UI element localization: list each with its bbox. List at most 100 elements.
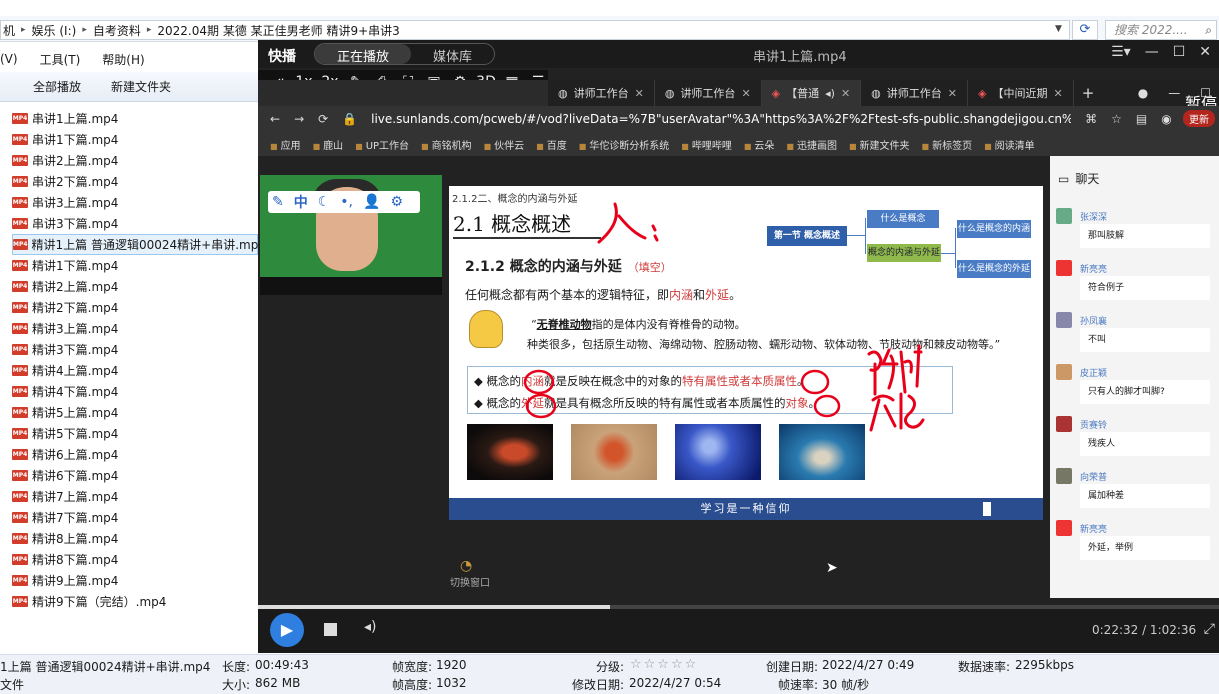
file-row[interactable]: MP4 精讲2上篇.mp4 bbox=[12, 276, 262, 297]
close-icon[interactable]: ✕ bbox=[1199, 44, 1211, 60]
file-row[interactable]: MP4 精讲6下篇.mp4 bbox=[12, 465, 262, 486]
chat-username[interactable]: 新亮亮 bbox=[1080, 522, 1107, 535]
close-icon[interactable]: ✕ bbox=[948, 87, 957, 100]
bookmark-item[interactable]: 鹿山 bbox=[313, 137, 343, 152]
tab-now-playing[interactable]: 正在播放 bbox=[315, 44, 412, 64]
file-row[interactable]: MP4 精讲9上篇.mp4 bbox=[12, 570, 262, 591]
avatar[interactable] bbox=[1056, 312, 1072, 328]
file-row[interactable]: MP4 精讲4上篇.mp4 bbox=[12, 360, 262, 381]
avatar[interactable] bbox=[1056, 468, 1072, 484]
menu-tools[interactable]: 工具(T) bbox=[40, 51, 81, 68]
browser-tab[interactable]: ◍ 讲师工作台 ✕ bbox=[548, 80, 655, 106]
tab-search-icon[interactable]: ● bbox=[1138, 86, 1148, 100]
browser-tab-active[interactable]: ◈ 【普通 ◂) ✕ bbox=[761, 80, 862, 106]
chat-username[interactable]: 张深深 bbox=[1080, 210, 1107, 223]
menu-icon[interactable]: ☰▾ bbox=[1111, 44, 1131, 60]
star-icon[interactable]: ☆ bbox=[1111, 112, 1122, 126]
bookmark-item[interactable]: 新建文件夹 bbox=[849, 137, 910, 152]
browser-tab[interactable]: ◍ 讲师工作台 ✕ bbox=[861, 80, 968, 106]
file-row[interactable]: MP4 串讲2下篇.mp4 bbox=[12, 171, 262, 192]
file-row[interactable]: MP4 精讲5下篇.mp4 bbox=[12, 423, 262, 444]
file-row[interactable]: MP4 精讲2下篇.mp4 bbox=[12, 297, 262, 318]
close-icon[interactable]: ✕ bbox=[741, 87, 750, 100]
file-row[interactable]: MP4 串讲3上篇.mp4 bbox=[12, 192, 262, 213]
tab-media-library[interactable]: 媒体库 bbox=[411, 44, 494, 64]
chat-username[interactable]: 贡赛铃 bbox=[1080, 418, 1107, 431]
bookmark-item[interactable]: UP工作台 bbox=[355, 137, 409, 152]
gear-icon[interactable]: ⚙ bbox=[390, 194, 403, 210]
chat-username[interactable]: 新亮亮 bbox=[1080, 262, 1107, 275]
chevron-down-icon[interactable]: ▼ bbox=[1055, 24, 1062, 34]
user-icon[interactable]: 👤 bbox=[363, 194, 380, 210]
file-row[interactable]: MP4 精讲8上篇.mp4 bbox=[12, 528, 262, 549]
translate-icon[interactable]: ⌘ bbox=[1085, 112, 1097, 126]
file-row[interactable]: MP4 精讲7下篇.mp4 bbox=[12, 507, 262, 528]
profile-icon[interactable]: ◉ bbox=[1161, 112, 1171, 126]
volume-icon[interactable]: ◂) bbox=[364, 619, 377, 635]
crumb-1[interactable]: 娱乐 (I:) bbox=[32, 22, 77, 39]
avatar[interactable] bbox=[1056, 260, 1072, 276]
switch-window-button[interactable]: ◔ 切换窗口 bbox=[450, 558, 490, 589]
close-icon[interactable]: ✕ bbox=[1053, 87, 1062, 100]
bookmark-item[interactable]: 华佗诊断分析系统 bbox=[579, 137, 669, 152]
fullscreen-icon[interactable]: ⤢ bbox=[1204, 621, 1215, 637]
new-folder-button[interactable]: 新建文件夹 bbox=[111, 78, 171, 95]
maximize-icon[interactable]: ☐ bbox=[1173, 44, 1186, 60]
breadcrumb[interactable]: 机 ▸ 娱乐 (I:) ▸ 自考资料 ▸ 2022.04期 某德 某正佳男老师 … bbox=[0, 20, 1070, 40]
url-field[interactable]: live.sunlands.com/pcweb/#/vod?liveData=%… bbox=[371, 112, 1071, 126]
avatar[interactable] bbox=[1056, 364, 1072, 380]
bookmark-item[interactable]: 应用 bbox=[270, 137, 301, 152]
stop-button[interactable] bbox=[324, 623, 337, 636]
bookmark-item[interactable]: 新标签页 bbox=[922, 137, 972, 152]
file-row[interactable]: MP4 精讲1下篇.mp4 bbox=[12, 255, 262, 276]
crumb-3[interactable]: 2022.04期 某德 某正佳男老师 精讲9+串讲3 bbox=[157, 22, 399, 39]
bookmark-item[interactable]: 商铭机构 bbox=[421, 137, 472, 152]
file-row[interactable]: MP4 精讲7上篇.mp4 bbox=[12, 486, 262, 507]
bookmark-item[interactable]: 伙伴云 bbox=[484, 137, 524, 152]
moon-icon[interactable]: ☾ bbox=[318, 194, 331, 210]
ime-icon[interactable]: 中 bbox=[294, 192, 308, 212]
refresh-button[interactable]: ⟳ bbox=[1072, 20, 1098, 40]
chat-username[interactable]: 孙凤襄 bbox=[1080, 314, 1107, 327]
avatar[interactable] bbox=[1056, 208, 1072, 224]
crumb-2[interactable]: 自考资料 bbox=[93, 22, 141, 39]
chat-username[interactable]: 向荣普 bbox=[1080, 470, 1107, 483]
back-icon[interactable]: ← bbox=[270, 112, 280, 126]
menu-view[interactable]: (V) bbox=[0, 52, 18, 66]
file-row[interactable]: MP4 精讲6上篇.mp4 bbox=[12, 444, 262, 465]
minimize-icon[interactable]: — bbox=[1168, 86, 1180, 100]
file-row[interactable]: MP4 精讲5上篇.mp4 bbox=[12, 402, 262, 423]
close-icon[interactable]: ✕ bbox=[841, 87, 850, 100]
close-icon[interactable]: ✕ bbox=[635, 87, 644, 100]
play-button[interactable]: ▶ bbox=[270, 613, 304, 647]
browser-tab[interactable]: ◍ 讲师工作台 ✕ bbox=[655, 80, 762, 106]
bookmark-item[interactable]: 哔哩哔哩 bbox=[681, 137, 732, 152]
bookmark-item[interactable]: 阅读清单 bbox=[984, 137, 1035, 152]
bookmark-item[interactable]: 云朵 bbox=[744, 137, 774, 152]
reload-icon[interactable]: ⟳ bbox=[318, 112, 328, 126]
file-row[interactable]: MP4 精讲1上篇 普通逻辑00024精讲+串讲.mp4 bbox=[12, 234, 266, 255]
dot-icon[interactable]: •, bbox=[340, 194, 353, 210]
file-row[interactable]: MP4 精讲8下篇.mp4 bbox=[12, 549, 262, 570]
avatar[interactable] bbox=[1056, 520, 1072, 536]
file-row[interactable]: MP4 精讲3上篇.mp4 bbox=[12, 318, 262, 339]
avatar[interactable] bbox=[1056, 416, 1072, 432]
update-button[interactable]: 更新 bbox=[1183, 110, 1215, 127]
browser-tab[interactable]: ◈ 【中间近期 ✕ bbox=[968, 80, 1074, 106]
chat-username[interactable]: 皮正颖 bbox=[1080, 366, 1107, 379]
file-row[interactable]: MP4 精讲3下篇.mp4 bbox=[12, 339, 262, 360]
extensions-icon[interactable]: ▤ bbox=[1136, 112, 1147, 126]
play-all-button[interactable]: 全部播放 bbox=[33, 78, 81, 95]
file-row[interactable]: MP4 精讲9下篇（完结）.mp4 bbox=[12, 591, 262, 612]
bookmark-item[interactable]: 百度 bbox=[536, 137, 567, 152]
file-row[interactable]: MP4 串讲2上篇.mp4 bbox=[12, 150, 262, 171]
file-row[interactable]: MP4 精讲4下篇.mp4 bbox=[12, 381, 262, 402]
menu-help[interactable]: 帮助(H) bbox=[102, 51, 144, 68]
forward-icon[interactable]: → bbox=[294, 112, 304, 126]
new-tab-icon[interactable]: + bbox=[1082, 84, 1095, 102]
bookmark-item[interactable]: 迅捷画图 bbox=[786, 137, 837, 152]
file-row[interactable]: MP4 串讲1上篇.mp4 bbox=[12, 108, 262, 129]
rating-stars[interactable]: ☆☆☆☆☆ bbox=[630, 657, 698, 672]
file-row[interactable]: MP4 串讲1下篇.mp4 bbox=[12, 129, 262, 150]
crumb-0[interactable]: 机 bbox=[3, 22, 15, 39]
